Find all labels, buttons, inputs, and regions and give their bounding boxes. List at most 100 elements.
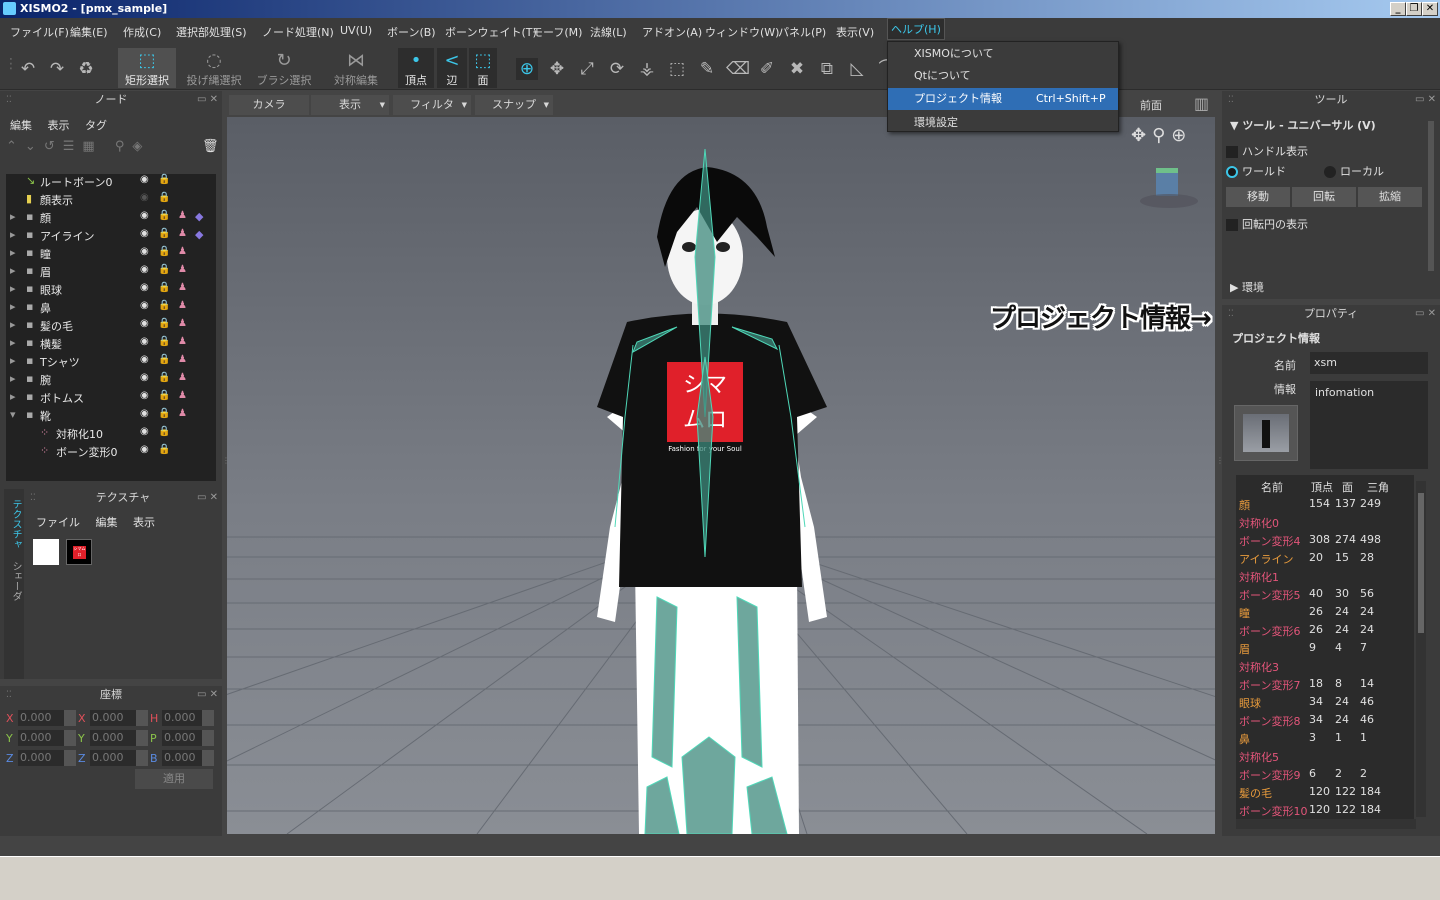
table-row[interactable]: ボーン変形5 40 30 56 <box>1236 587 1416 605</box>
tool-scrollbar[interactable] <box>1428 121 1434 271</box>
coord-spin[interactable] <box>136 730 148 746</box>
table-row[interactable]: ボーン変形4 308 274 498 <box>1236 533 1416 551</box>
recycle-icon[interactable]: ♻ <box>75 58 97 80</box>
globe-icon[interactable]: ⊕ <box>516 58 538 80</box>
lock-icon[interactable]: 🔒 <box>158 408 170 419</box>
expand-arrow-icon[interactable]: ▸ <box>10 246 16 259</box>
eye-icon[interactable]: ◉ <box>140 354 149 365</box>
menu-edit[interactable]: 編集(E) <box>70 24 108 40</box>
node-menu-edit[interactable]: 編集 <box>10 119 32 132</box>
apply-button[interactable]: 適用 <box>135 769 213 789</box>
table-row[interactable]: 対称化0 <box>1236 515 1416 533</box>
expand-arrow-icon[interactable]: ▸ <box>10 228 16 241</box>
drag-grip-icon[interactable]: ⁚⁚ <box>6 91 12 109</box>
texture-thumb-logo[interactable]: シマムロ <box>66 539 92 565</box>
tree-row[interactable]: ▸ ▪ 瞳 ◉ 🔒 ♟ <box>6 246 214 264</box>
coord-spin[interactable] <box>202 730 214 746</box>
menu-help[interactable]: ヘルプ(H) <box>887 18 945 40</box>
scroll-thumb[interactable] <box>1418 493 1424 633</box>
tree-row[interactable]: ▸ ▪ 横髪 ◉ 🔒 ♟ <box>6 336 214 354</box>
drag-grip-icon[interactable]: ⁚⁚ <box>1228 305 1234 323</box>
face-mode-button[interactable]: ⬚ 面 <box>469 48 497 88</box>
menu-panel[interactable]: パネル(P) <box>778 24 826 40</box>
zoom-icon[interactable]: ⚲ <box>1152 125 1171 146</box>
eye-icon[interactable]: ◉ <box>140 246 149 257</box>
node-menu-view[interactable]: 表示 <box>48 119 70 132</box>
panel-float-close-icon[interactable]: ▭ ✕ <box>197 489 218 507</box>
coord-field[interactable]: 0.000 <box>18 750 64 766</box>
lock-icon[interactable]: 🔒 <box>158 372 170 383</box>
tool-heading[interactable]: ▼ ツール - ユニバーサル (V) <box>1230 117 1376 133</box>
pan-icon[interactable]: ✥ <box>1131 125 1152 146</box>
table-row[interactable]: 瞳 26 24 24 <box>1236 605 1416 623</box>
coord-spin[interactable] <box>64 730 76 746</box>
menu-create[interactable]: 作成(C) <box>123 24 161 40</box>
menu-file[interactable]: ファイル(F) <box>10 24 69 40</box>
table-row[interactable]: ボーン変形9 6 2 2 <box>1236 767 1416 785</box>
coord-spin[interactable] <box>202 710 214 726</box>
table-row[interactable]: 顔 154 137 249 <box>1236 497 1416 515</box>
lock-icon[interactable]: 🔒 <box>158 246 170 257</box>
rotate-button[interactable]: 回転 <box>1292 187 1356 207</box>
world-radio[interactable]: ワールド <box>1226 163 1286 179</box>
display-dropdown[interactable]: 表示 ▼ <box>311 95 389 115</box>
eye-icon[interactable]: ◉ <box>140 192 149 203</box>
table-row[interactable]: 対称化1 <box>1236 569 1416 587</box>
table-row[interactable]: 鼻 3 1 1 <box>1236 731 1416 749</box>
table-row[interactable]: 対称化3 <box>1236 659 1416 677</box>
camera-dropdown[interactable]: カメラ <box>229 95 309 115</box>
coord-field[interactable]: 0.000 <box>90 710 136 726</box>
arrow-down-icon[interactable]: ⌄ <box>25 139 44 154</box>
expand-arrow-icon[interactable]: ▸ <box>10 210 16 223</box>
menu-uv[interactable]: UV(U) <box>340 24 372 37</box>
menu-normal[interactable]: 法線(L) <box>590 24 627 40</box>
texture-menu-file[interactable]: ファイル <box>36 516 80 529</box>
local-radio[interactable]: ローカル <box>1324 163 1384 179</box>
table-row[interactable]: 髪の毛 120 122 184 <box>1236 785 1416 803</box>
arrow-up-icon[interactable]: ⌃ <box>6 139 25 154</box>
panel-float-close-icon[interactable]: ▭ ✕ <box>1415 305 1436 323</box>
lock-icon[interactable]: 🔒 <box>158 390 170 401</box>
knife-icon[interactable]: ✐ <box>756 58 778 80</box>
lock-icon[interactable]: 🔒 <box>158 210 170 221</box>
drag-grip-icon[interactable]: ⁚⁚ <box>30 489 36 507</box>
orbit-icon[interactable]: ⊕ <box>1171 125 1192 146</box>
coord-spin[interactable] <box>136 750 148 766</box>
lock-icon[interactable]: 🔒 <box>158 228 170 239</box>
coord-field[interactable]: 0.000 <box>90 730 136 746</box>
lasso-select-button[interactable]: ◌ 投げ縄選択 <box>184 48 244 88</box>
tree-row[interactable]: ▸ ▪ 顔 ◉ 🔒 ♟ ◆ <box>6 210 214 228</box>
restore-button[interactable]: ❐ <box>1406 2 1422 16</box>
lock-icon[interactable]: 🔒 <box>158 264 170 275</box>
tree-row[interactable]: ▸ ▪ 眼球 ◉ 🔒 ♟ <box>6 282 214 300</box>
eye-icon[interactable]: ◉ <box>140 174 149 185</box>
snap-dropdown[interactable]: スナップ ▼ <box>475 95 553 115</box>
eye-icon[interactable]: ◉ <box>140 336 149 347</box>
lock-icon[interactable]: 🔒 <box>158 282 170 293</box>
coord-field[interactable]: 0.000 <box>90 750 136 766</box>
panel-float-close-icon[interactable]: ▭ ✕ <box>197 686 218 704</box>
coord-spin[interactable] <box>202 750 214 766</box>
tree-row[interactable]: ▮ 顔表示 ◉ 🔒 <box>6 192 214 210</box>
expand-arrow-icon[interactable]: ▸ <box>10 354 16 367</box>
eye-icon[interactable]: ◉ <box>140 426 149 437</box>
coord-spin[interactable] <box>136 710 148 726</box>
menu-view[interactable]: 表示(V) <box>836 24 874 40</box>
pencil-icon[interactable]: ✎ <box>696 58 718 80</box>
minimize-button[interactable]: _ <box>1390 2 1406 16</box>
reset-icon[interactable]: ↺ <box>44 139 63 154</box>
extrude-icon[interactable]: ⧉ <box>816 58 838 80</box>
orientation-gizmo[interactable] <box>1140 162 1202 212</box>
vertex-mode-button[interactable]: • 頂点 <box>398 48 434 88</box>
menu-bone[interactable]: ボーン(B) <box>387 24 436 40</box>
tree-row[interactable]: ▸ ▪ Tシャツ ◉ 🔒 ♟ <box>6 354 214 372</box>
tree-row[interactable]: ▸ ▪ 眉 ◉ 🔒 ♟ <box>6 264 214 282</box>
lock-icon[interactable]: 🔒 <box>158 336 170 347</box>
splitter-handle[interactable]: ⋮ <box>1216 456 1224 476</box>
texture-thumb-white[interactable] <box>33 539 59 565</box>
table-scrollbar[interactable] <box>1416 481 1426 817</box>
eye-icon[interactable]: ◉ <box>140 282 149 293</box>
weld-icon[interactable]: ✖ <box>786 58 808 80</box>
symmetry-edit-button[interactable]: ⋈ 対称編集 <box>330 48 382 88</box>
eye-icon[interactable]: ◉ <box>140 372 149 383</box>
